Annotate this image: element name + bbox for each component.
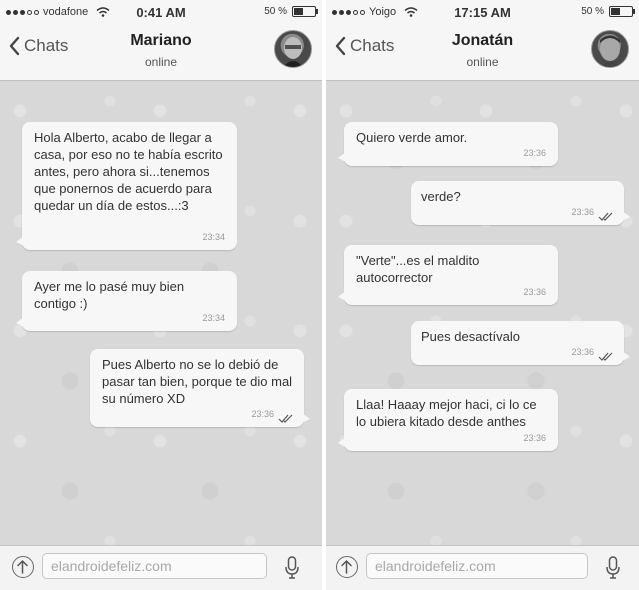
message-bubble[interactable]: verde? 23:36 — [411, 181, 630, 225]
arrow-up-icon — [341, 559, 352, 574]
chat-header: Chats Jonatán online — [326, 24, 639, 81]
message-bubble[interactable]: Llaa! Haaay mejor haci, ci lo ce lo ubie… — [338, 389, 558, 451]
battery-area: 50 % — [264, 6, 318, 17]
battery-fill — [294, 8, 303, 15]
avatar[interactable] — [591, 30, 629, 68]
microphone-icon[interactable] — [285, 556, 299, 580]
message-text: "Verte"...es el maldito autocorrector — [356, 253, 480, 285]
composer-bar — [0, 545, 322, 590]
message-bubble[interactable]: Hola Alberto, acabo de llegar a casa, po… — [16, 122, 237, 250]
message-text: Quiero verde amor. — [356, 130, 468, 145]
microphone-icon[interactable] — [606, 556, 620, 580]
arrow-up-icon — [17, 559, 28, 574]
chat-screen-mariano: vodafone 0:41 AM 50 % Chats Mariano onli… — [0, 0, 322, 590]
double-check-icon — [598, 212, 613, 221]
message-list[interactable]: Quiero verde amor. 23:36 verde? 23:36 "V… — [326, 81, 639, 546]
message-time: 23:34 — [202, 232, 225, 242]
status-bar: Yoigo 17:15 AM 50 % — [326, 0, 639, 24]
message-text: Pues Alberto no se lo debió de pasar tan… — [102, 357, 293, 406]
message-time: 23:36 — [571, 347, 594, 357]
battery-percent: 50 % — [581, 6, 604, 17]
message-input[interactable] — [42, 553, 267, 579]
double-check-icon — [598, 352, 613, 361]
battery-percent: 50 % — [264, 6, 287, 17]
battery-area: 50 % — [581, 6, 635, 17]
composer-bar — [326, 545, 639, 590]
message-time: 23:36 — [523, 148, 546, 158]
chat-header: Chats Mariano online — [0, 24, 322, 81]
contact-photo-icon — [283, 37, 303, 67]
upload-button[interactable] — [12, 556, 34, 578]
message-text: Ayer me lo pasé muy bien contigo :) — [34, 279, 185, 311]
message-text: verde? — [421, 189, 461, 204]
message-text: Llaa! Haaay mejor haci, ci lo ce lo ubie… — [356, 397, 537, 429]
message-bubble[interactable]: "Verte"...es el maldito autocorrector 23… — [338, 245, 558, 305]
avatar[interactable] — [274, 30, 312, 68]
contact-status: online — [144, 55, 178, 69]
message-bubble[interactable]: Ayer me lo pasé muy bien contigo :) 23:3… — [16, 271, 237, 331]
message-time: 23:36 — [571, 207, 594, 217]
battery-icon — [609, 6, 635, 17]
chat-screen-jonatan: Yoigo 17:15 AM 50 % Chats Jonatán online — [326, 0, 639, 590]
message-input[interactable] — [366, 553, 588, 579]
status-bar: vodafone 0:41 AM 50 % — [0, 0, 322, 24]
message-time: 23:34 — [202, 313, 225, 323]
message-time: 23:36 — [523, 287, 546, 297]
message-time: 23:36 — [251, 409, 274, 419]
upload-button[interactable] — [336, 556, 358, 578]
battery-fill — [611, 8, 620, 15]
message-bubble[interactable]: Pues desactívalo 23:36 — [411, 321, 630, 365]
message-time: 23:36 — [523, 433, 546, 443]
message-text: Pues desactívalo — [421, 329, 521, 344]
message-bubble[interactable]: Quiero verde amor. 23:36 — [338, 122, 558, 166]
message-bubble[interactable]: Pues Alberto no se lo debió de pasar tan… — [90, 349, 310, 427]
double-check-icon — [278, 414, 293, 423]
message-text: Hola Alberto, acabo de llegar a casa, po… — [34, 130, 223, 213]
contact-photo-icon — [598, 35, 622, 67]
battery-icon — [292, 6, 318, 17]
message-list[interactable]: Hola Alberto, acabo de llegar a casa, po… — [0, 81, 322, 546]
